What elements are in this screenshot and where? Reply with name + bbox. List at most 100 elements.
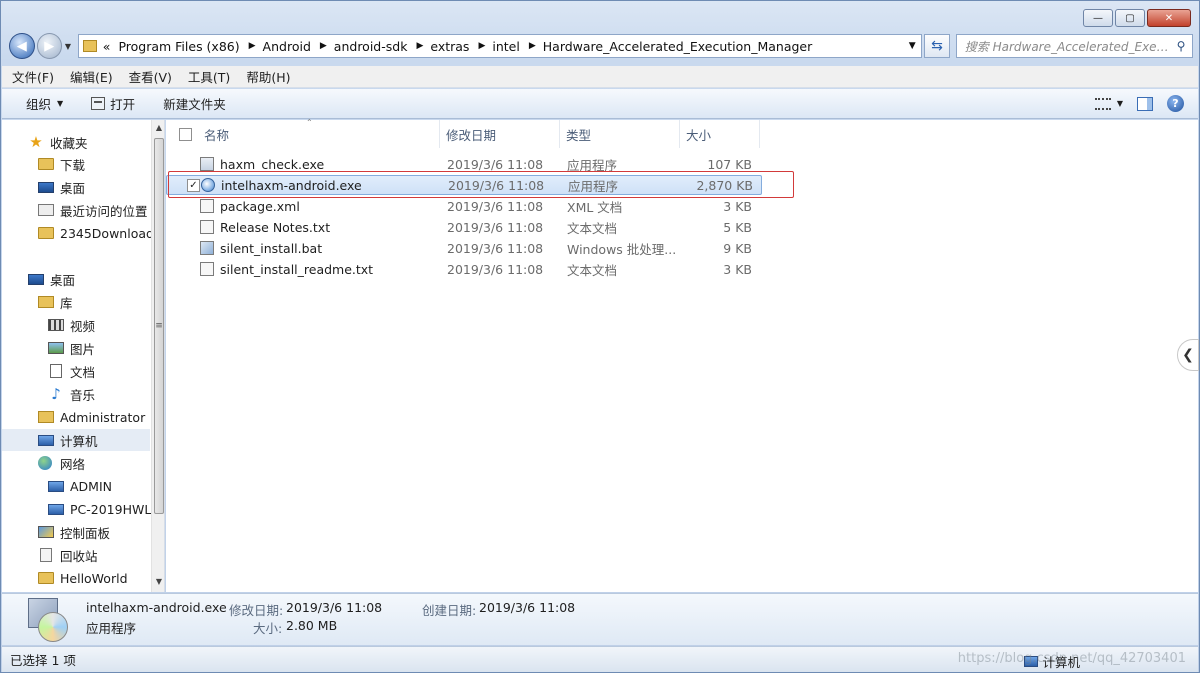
sidebar-item[interactable]: 计算机: [2, 429, 150, 451]
address-bar[interactable]: « Program Files (x86) ▶ Android ▶ android-sd…: [77, 34, 923, 58]
sidebar-item-label: PC-2019HWL: [70, 501, 152, 517]
chevron-right-icon[interactable]: ▶: [478, 41, 485, 51]
select-all-checkbox[interactable]: [179, 127, 192, 141]
sidebar-item[interactable]: ♪ 音乐: [2, 383, 150, 405]
file-row[interactable]: package.xml 2019/3/6 11:08 XML 文档 3 KB: [166, 196, 762, 216]
search-icon[interactable]: ⚲: [1170, 39, 1192, 53]
column-date-label: 修改日期: [446, 127, 497, 143]
sidebar-item[interactable]: PC-2019HWL: [2, 498, 152, 520]
network-icon: [38, 456, 52, 470]
chevron-right-icon[interactable]: ▶: [416, 41, 423, 51]
new-folder-button[interactable]: 新建文件夹: [163, 94, 226, 113]
details-modified-label: 修改日期:: [229, 603, 284, 618]
address-dropdown-icon[interactable]: ▼: [903, 41, 921, 51]
control-panel-icon: [38, 526, 54, 538]
recycle-bin-icon: [40, 548, 52, 562]
watermark: https://blog.csdn.net/qq_42703401: [957, 651, 1186, 666]
view-dropdown-icon[interactable]: ▼: [1117, 99, 1123, 108]
column-type[interactable]: 类型: [560, 120, 680, 148]
open-button[interactable]: 打开: [91, 94, 135, 113]
sort-ascending-icon: ⌃: [306, 118, 313, 127]
file-row[interactable]: silent_install_readme.txt 2019/3/6 11:08 文…: [166, 259, 762, 279]
menu-item[interactable]: 查看(V): [129, 67, 172, 86]
chevron-down-icon: ▼: [57, 99, 64, 108]
menu-item[interactable]: 文件(F): [12, 67, 54, 86]
chevron-right-icon[interactable]: ▶: [529, 41, 536, 51]
file-type: 文本文档: [567, 220, 618, 236]
sidebar-item[interactable]: 回收站: [2, 544, 150, 566]
breadcrumb-item[interactable]: Android ▶: [263, 39, 334, 54]
sidebar-item-label: 库: [60, 295, 73, 311]
breadcrumb-item[interactable]: android-sdk ▶: [334, 39, 431, 54]
sidebar-item[interactable]: ADMIN: [2, 475, 150, 497]
status-bar: 已选择 1 项 计算机 https://blog.csdn.net/qq_427…: [2, 646, 1198, 672]
file-type: XML 文档: [567, 199, 623, 215]
chevron-right-icon[interactable]: ▶: [320, 41, 327, 51]
column-size[interactable]: 大小: [680, 120, 760, 148]
menu-item[interactable]: 编辑(E): [70, 67, 113, 86]
sidebar-item-label: 网络: [60, 456, 86, 472]
breadcrumb-label: Android: [262, 38, 311, 54]
sidebar-item[interactable]: 桌面: [2, 176, 150, 198]
details-size-label: 大小:: [253, 621, 283, 636]
breadcrumb-item[interactable]: Program Files (x86) ▶: [118, 39, 262, 54]
breadcrumb-item[interactable]: Hardware_Accelerated_Execution_Manager: [543, 39, 813, 54]
file-row[interactable]: Release Notes.txt 2019/3/6 11:08 文本文档 5 KB: [166, 217, 762, 237]
scroll-up-icon[interactable]: ▲: [152, 120, 164, 136]
breadcrumb-item[interactable]: intel ▶: [492, 39, 542, 54]
sidebar-item[interactable]: 控制面板: [2, 521, 150, 543]
folder-icon: [38, 227, 54, 239]
breadcrumb-label: extras: [430, 38, 470, 54]
forward-button[interactable]: ▶: [36, 33, 63, 59]
scroll-down-icon[interactable]: ▼: [152, 574, 164, 590]
sidebar-item-label: 音乐: [70, 387, 96, 403]
sidebar-item[interactable]: 2345Downloads: [2, 222, 160, 244]
recent-icon: [38, 204, 54, 216]
organize-label: 组织: [26, 97, 52, 112]
sidebar-item[interactable]: 最近访问的位置: [2, 199, 150, 221]
sidebar-item[interactable]: HelloWorld: [2, 567, 150, 589]
back-button[interactable]: ◀: [9, 33, 35, 59]
breadcrumb-label: Hardware_Accelerated_Execution_Manager: [542, 38, 813, 54]
view-options-icon[interactable]: [1094, 97, 1111, 110]
breadcrumb-item[interactable]: extras ▶: [430, 39, 492, 54]
breadcrumb-overflow[interactable]: «: [103, 39, 111, 54]
sidebar-item[interactable]: 桌面: [2, 268, 150, 290]
folder-icon: [38, 572, 54, 584]
preview-pane-icon[interactable]: [1137, 96, 1153, 111]
maximize-button[interactable]: ▢: [1115, 9, 1145, 27]
sidebar-item[interactable]: 库: [2, 291, 150, 313]
recent-pages-dropdown[interactable]: ▼: [62, 42, 74, 51]
sidebar-item[interactable]: 网络: [2, 452, 150, 474]
minimize-button[interactable]: —: [1083, 9, 1113, 27]
column-date[interactable]: 修改日期: [440, 120, 560, 148]
chevron-right-icon[interactable]: ▶: [249, 41, 256, 51]
column-name[interactable]: 名称 ⌃: [166, 118, 440, 148]
menu-item[interactable]: 工具(T): [188, 67, 230, 86]
sidebar-item[interactable]: Administrator: [2, 406, 150, 428]
sidebar-item[interactable]: ★ 收藏夹: [2, 131, 150, 153]
sidebar-item[interactable]: 图片: [2, 337, 150, 359]
monitor-icon: [38, 181, 54, 193]
file-row[interactable]: silent_install.bat 2019/3/6 11:08 Windows …: [166, 238, 762, 258]
computer-icon: [48, 503, 64, 515]
nav-scrollbar[interactable]: ▲ ≡ ▼: [151, 120, 164, 592]
sidebar-item-label: 2345Downloads: [60, 225, 161, 241]
organize-button[interactable]: 组织 ▼: [26, 94, 63, 113]
column-size-label: 大小: [686, 127, 712, 143]
scroll-thumb[interactable]: ≡: [154, 138, 164, 514]
file-type: Windows 批处理...: [567, 241, 677, 257]
refresh-button[interactable]: ⇆: [924, 34, 950, 58]
search-input[interactable]: 搜索 Hardware_Accelerated_Execu... ⚲: [955, 34, 1194, 58]
close-button[interactable]: ✕: [1147, 9, 1191, 27]
sidebar-item[interactable]: 文档: [2, 360, 150, 382]
file-size: 9 KB: [723, 240, 752, 256]
file-type: 文本文档: [567, 262, 618, 278]
monitor-icon: [28, 273, 44, 285]
sidebar-item[interactable]: 下载: [2, 153, 150, 175]
file-name: Release Notes.txt: [200, 220, 330, 235]
setup-icon: [24, 598, 72, 642]
sidebar-item[interactable]: 视频: [2, 314, 150, 336]
help-icon[interactable]: ?: [1167, 95, 1184, 112]
menu-item[interactable]: 帮助(H): [246, 67, 290, 86]
